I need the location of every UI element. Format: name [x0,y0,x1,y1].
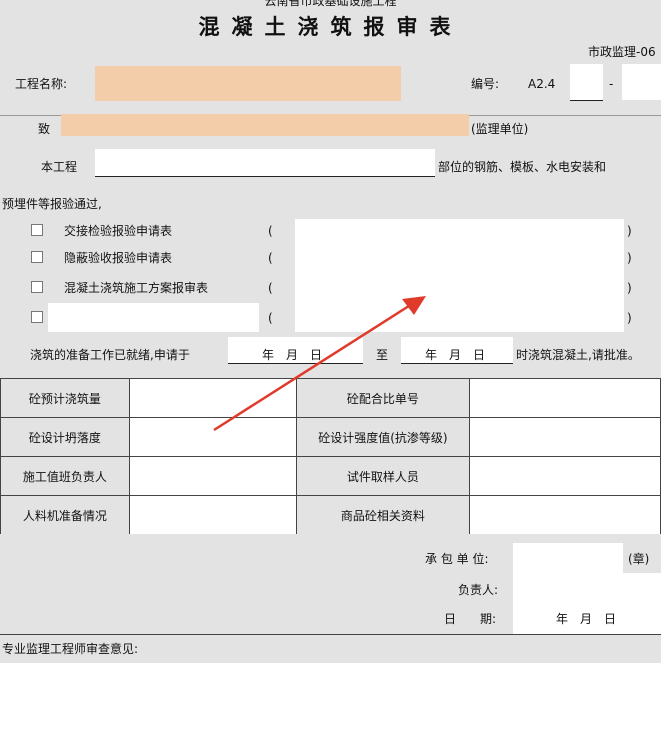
annotation-arrow-icon [213,296,426,432]
